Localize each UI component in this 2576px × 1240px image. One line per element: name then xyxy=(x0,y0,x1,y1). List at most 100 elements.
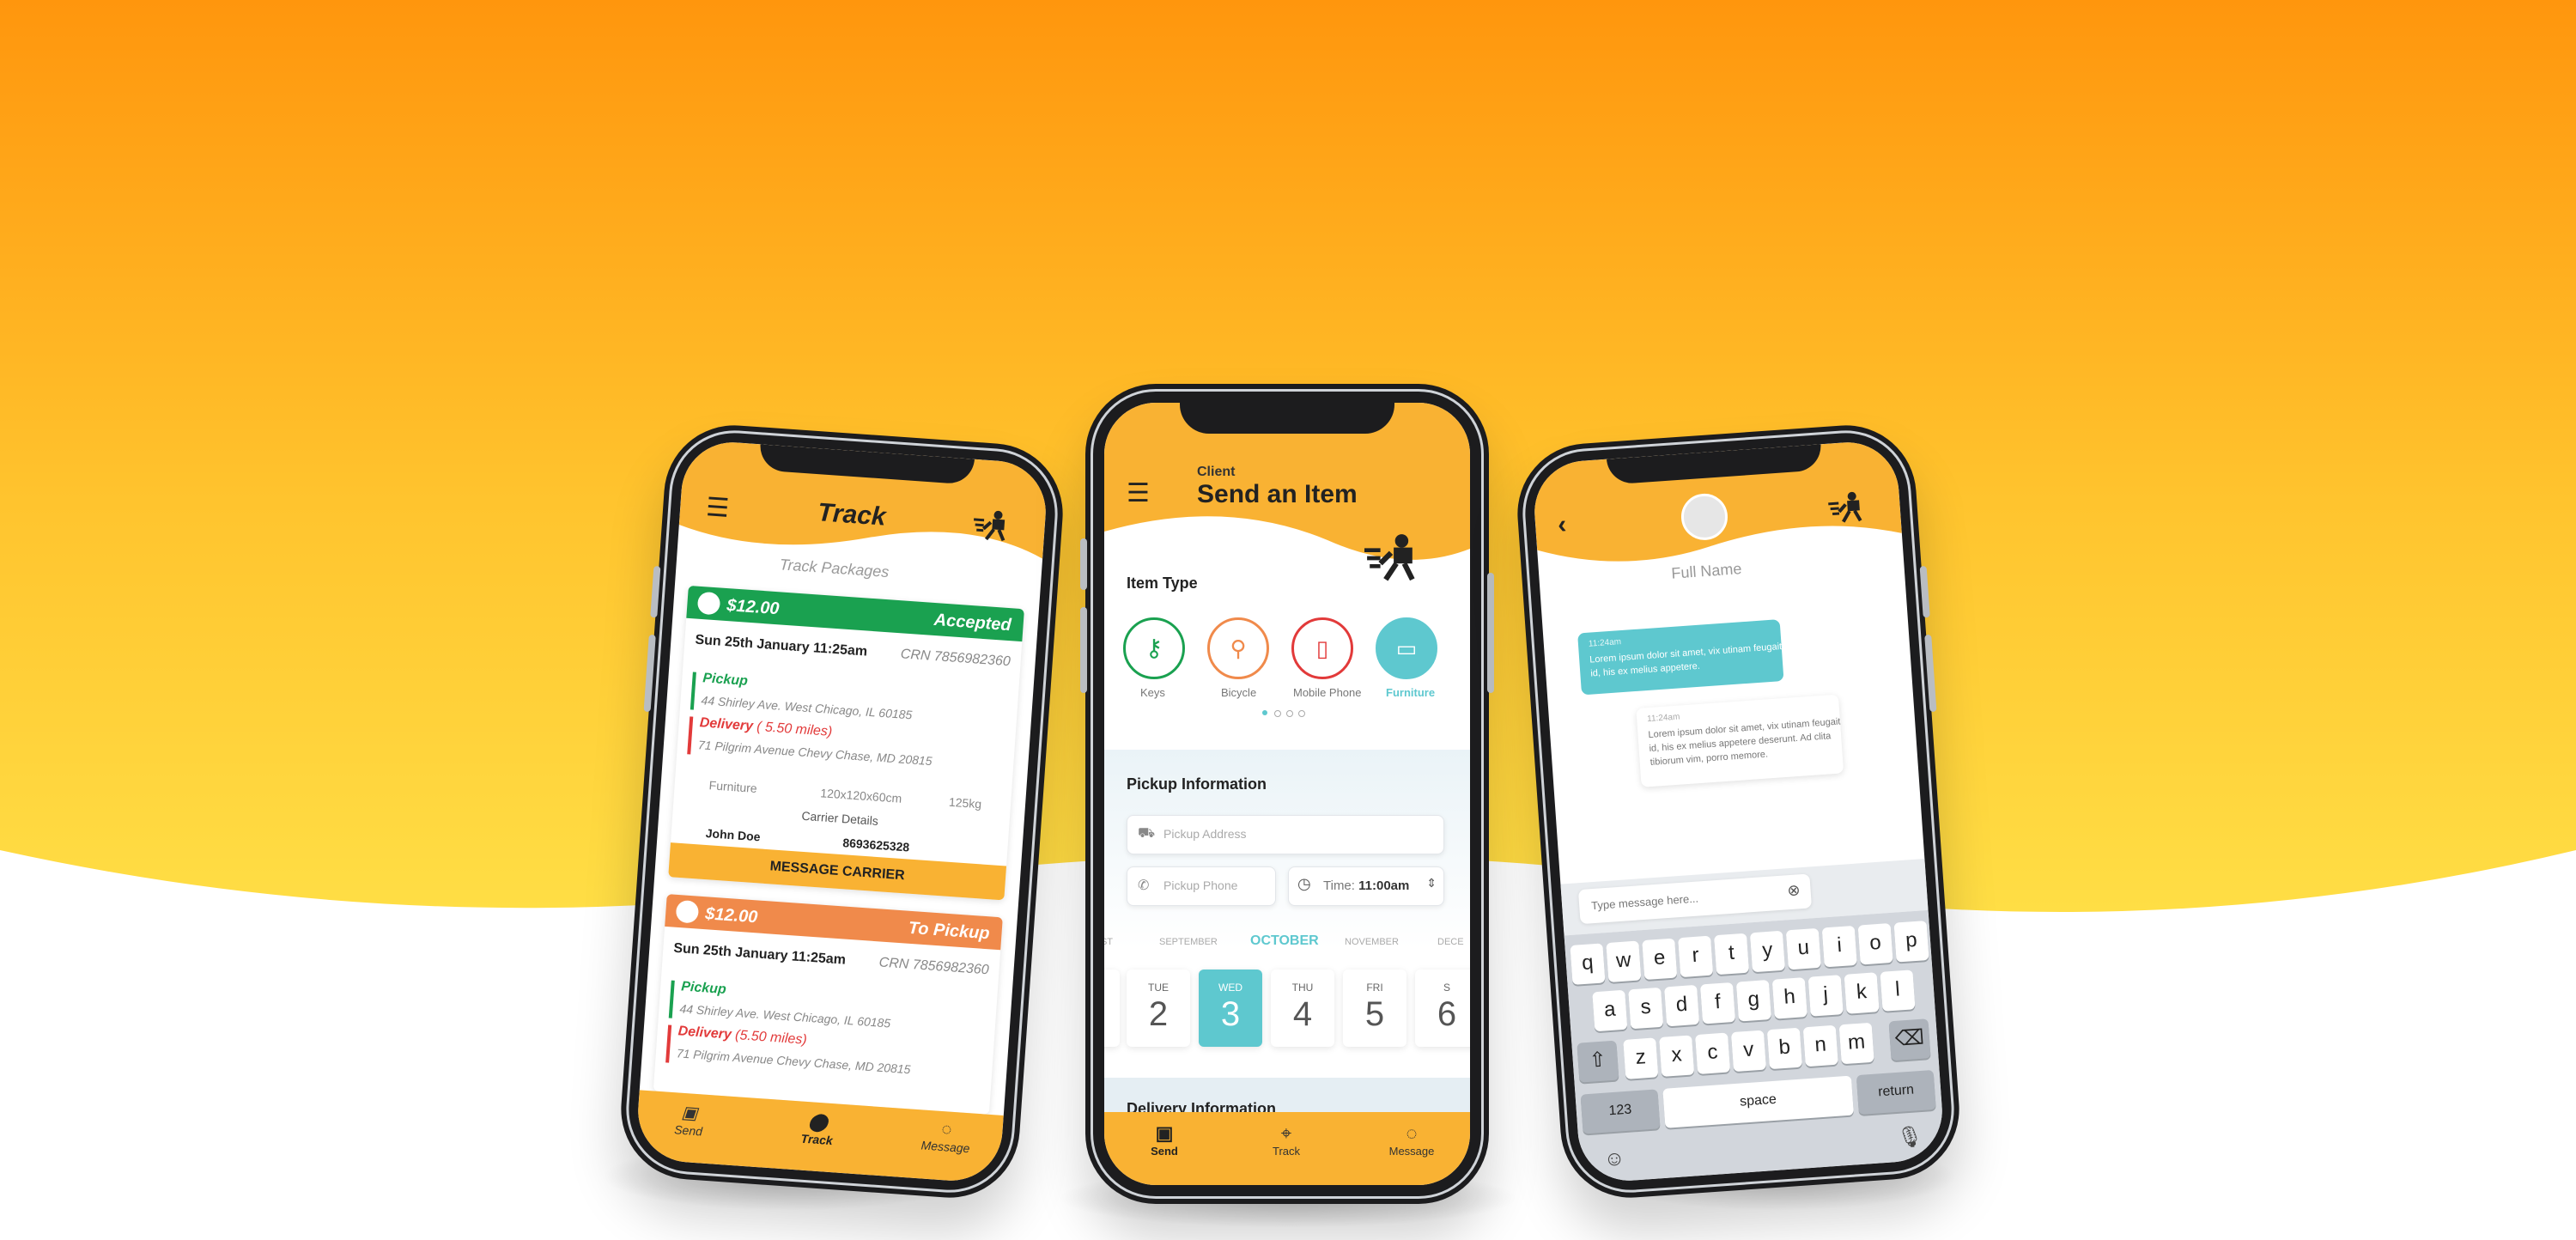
item-keys[interactable]: ⚷ xyxy=(1123,617,1185,679)
key-icon: ⚷ xyxy=(1145,635,1163,661)
nav-track[interactable]: ⬤ Track xyxy=(791,1109,845,1148)
message-bubble-received: 11:24am Lorem ipsum dolor sit amet, vix … xyxy=(1577,619,1784,696)
package-card[interactable]: $12.00 Accepted Sun 25th January 11:25am… xyxy=(668,585,1024,901)
notch xyxy=(1180,403,1394,434)
courier-icon xyxy=(1364,534,1415,581)
weight: 125kg xyxy=(948,794,982,811)
avatar-icon xyxy=(675,899,700,924)
key-y[interactable]: y xyxy=(1749,930,1786,973)
date-card[interactable]: 1 xyxy=(1104,970,1120,1047)
month-label[interactable]: SEPTEMBER xyxy=(1159,937,1218,947)
key-x[interactable]: x xyxy=(1659,1035,1695,1077)
microphone-icon[interactable]: 🎙 xyxy=(1896,1124,1923,1151)
page-subtitle: Client xyxy=(1197,465,1236,479)
pickup-marker xyxy=(690,672,696,710)
send-screen: ☰ Client Send an Item Item Type ⚷ Keys ⚲… xyxy=(1104,403,1470,1185)
key-p[interactable]: p xyxy=(1893,921,1929,963)
package-card[interactable]: $12.00 To Pickup Sun 25th January 11:25a… xyxy=(653,894,1003,1115)
track-screen: ☰ Track Track Packages $12.00 Accepted S… xyxy=(635,439,1049,1184)
item-furniture[interactable]: ▭ xyxy=(1376,617,1437,679)
menu-icon[interactable]: ☰ xyxy=(1127,478,1150,508)
key-s[interactable]: s xyxy=(1628,987,1664,1030)
delivery-marker xyxy=(687,716,694,755)
nav-message[interactable]: ◌ Message xyxy=(911,1118,982,1156)
keyboard: qwertyuiop asdfghjkl zxcvbnm ⇧ ⌫ 123 spa… xyxy=(1564,909,1946,1184)
contact-name: Full Name xyxy=(1670,560,1743,582)
phone-icon: ✆ xyxy=(1138,878,1150,893)
location-pin-icon: ⬤ xyxy=(807,1112,829,1133)
courier-icon xyxy=(973,510,1005,542)
key-c[interactable]: c xyxy=(1695,1032,1731,1075)
phone-track: ☰ Track Track Packages $12.00 Accepted S… xyxy=(616,420,1068,1203)
message-input[interactable]: Type message here... ⊗ xyxy=(1577,873,1813,925)
key-q[interactable]: q xyxy=(1570,943,1606,985)
dimensions: 120x120x60cm xyxy=(819,786,902,805)
month-label-selected[interactable]: OCTOBER xyxy=(1250,933,1319,949)
date-card[interactable]: TUE 2 xyxy=(1127,970,1190,1047)
chevron-up-down-icon: ⇕ xyxy=(1426,876,1437,890)
item-mobile-phone[interactable]: ▯ xyxy=(1291,617,1353,679)
phone-chat: ‹ Full Name 11:24am Lorem ipsum dolor si… xyxy=(1512,420,1965,1203)
shift-key[interactable]: ⇧ xyxy=(1577,1040,1619,1083)
nav-track[interactable]: ⌖ Track xyxy=(1261,1122,1312,1158)
space-key[interactable]: space xyxy=(1662,1075,1854,1128)
carousel-dots xyxy=(1262,710,1314,717)
message-bubble-sent: 11:24am Lorem ipsum dolor sit amet, vix … xyxy=(1636,694,1844,787)
location-pin-icon: ⌖ xyxy=(1280,1122,1292,1144)
message-carrier-button[interactable]: MESSAGE CARRIER xyxy=(668,842,1007,901)
numbers-key[interactable]: 123 xyxy=(1580,1089,1661,1134)
carrier-phone: 8693625328 xyxy=(841,836,910,854)
key-m[interactable]: m xyxy=(1838,1022,1874,1065)
key-r[interactable]: r xyxy=(1678,935,1714,978)
return-key[interactable]: return xyxy=(1856,1069,1936,1115)
nav-send[interactable]: ▣ Send xyxy=(662,1100,716,1139)
pickup-phone-input[interactable]: ✆ Pickup Phone xyxy=(1127,866,1276,906)
key-t[interactable]: t xyxy=(1713,933,1750,976)
item-type-heading: Item Type xyxy=(1127,574,1198,592)
key-f[interactable]: f xyxy=(1699,982,1736,1024)
package-icon: ▣ xyxy=(680,1103,699,1124)
key-n[interactable]: n xyxy=(1802,1024,1838,1067)
month-label[interactable]: NOVEMBER xyxy=(1345,937,1399,947)
month-label: DECE xyxy=(1437,937,1464,947)
backspace-key[interactable]: ⌫ xyxy=(1888,1018,1931,1061)
date-card-selected[interactable]: WED 3 xyxy=(1199,970,1262,1047)
clear-icon[interactable]: ⊗ xyxy=(1787,881,1801,900)
key-h[interactable]: h xyxy=(1771,977,1807,1019)
card-header: $12.00 To Pickup xyxy=(665,894,1003,951)
key-z[interactable]: z xyxy=(1623,1037,1659,1079)
menu-icon[interactable]: ☰ xyxy=(705,492,730,524)
date-card[interactable]: S6 xyxy=(1415,970,1470,1047)
chat-screen: ‹ Full Name 11:24am Lorem ipsum dolor si… xyxy=(1531,439,1946,1184)
sofa-icon: ▭ xyxy=(1395,635,1418,661)
date-card[interactable]: FRI 5 xyxy=(1343,970,1406,1047)
chat-icon: ◌ xyxy=(1406,1122,1418,1144)
courier-icon xyxy=(1828,491,1862,523)
key-u[interactable]: u xyxy=(1785,927,1821,970)
avatar-icon xyxy=(696,591,721,616)
key-k[interactable]: k xyxy=(1844,972,1880,1014)
card-header: $12.00 Accepted xyxy=(686,585,1024,642)
key-g[interactable]: g xyxy=(1735,980,1771,1022)
key-a[interactable]: a xyxy=(1592,989,1628,1032)
item-bicycle[interactable]: ⚲ xyxy=(1207,617,1269,679)
key-b[interactable]: b xyxy=(1766,1027,1802,1070)
emoji-icon[interactable]: ☺ xyxy=(1603,1146,1625,1172)
mobile-phone-icon: ▯ xyxy=(1315,635,1329,661)
carrier-name: John Doe xyxy=(705,826,762,844)
key-o[interactable]: o xyxy=(1857,922,1893,965)
key-j[interactable]: j xyxy=(1807,975,1844,1017)
key-l[interactable]: l xyxy=(1880,970,1916,1012)
pickup-heading: Pickup Information xyxy=(1127,775,1267,793)
pickup-address-input[interactable]: ⛟ Pickup Address xyxy=(1127,815,1444,854)
nav-message[interactable]: ◌ Message xyxy=(1377,1122,1446,1158)
key-v[interactable]: v xyxy=(1730,1030,1767,1073)
time-select[interactable]: ◷ Time: 11:00am ⇕ xyxy=(1288,866,1444,906)
key-e[interactable]: e xyxy=(1642,938,1678,981)
key-i[interactable]: i xyxy=(1821,925,1857,968)
key-w[interactable]: w xyxy=(1606,940,1642,983)
key-d[interactable]: d xyxy=(1664,984,1700,1027)
nav-send[interactable]: ▣ Send xyxy=(1139,1122,1190,1158)
bottom-nav: ▣ Send ⌖ Track ◌ Message xyxy=(1104,1112,1470,1185)
date-card[interactable]: THU 4 xyxy=(1271,970,1334,1047)
